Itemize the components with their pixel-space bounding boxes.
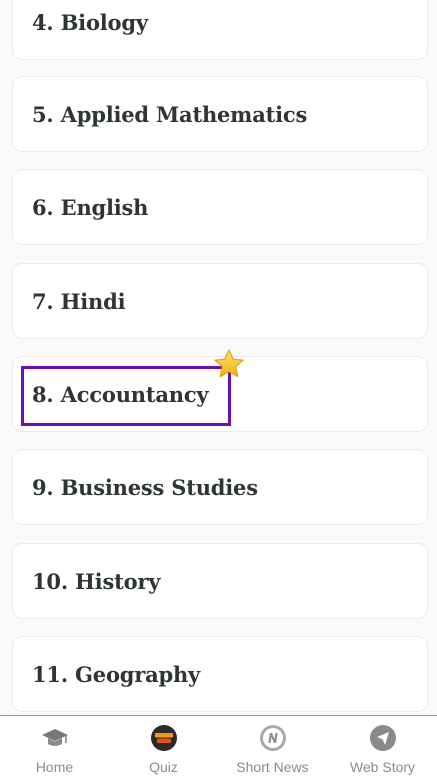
subject-card-hindi[interactable]: 7. Hindi bbox=[12, 263, 428, 339]
subject-card-applied-mathematics[interactable]: 5. Applied Mathematics bbox=[12, 76, 428, 152]
subject-card-label: 8. Accountancy bbox=[32, 381, 209, 407]
nav-home[interactable]: Home bbox=[0, 716, 109, 782]
subject-card-geography[interactable]: 11. Geography bbox=[12, 636, 428, 712]
navigation-arrow-icon bbox=[369, 725, 396, 751]
subject-card-label: 9. Business Studies bbox=[32, 474, 258, 500]
subject-card-history[interactable]: 10. History bbox=[12, 543, 428, 619]
subject-card-label: 7. Hindi bbox=[32, 288, 126, 314]
subject-list: 4. Biology 5. Applied Mathematics 6. Eng… bbox=[0, 0, 437, 716]
subject-card-business-studies[interactable]: 9. Business Studies bbox=[12, 449, 428, 525]
nav-short-news-label: Short News bbox=[236, 759, 309, 775]
nav-quiz[interactable]: Quiz bbox=[109, 716, 218, 782]
nav-short-news[interactable]: Short News bbox=[218, 716, 327, 782]
subject-card-english[interactable]: 6. English bbox=[12, 169, 428, 245]
nav-quiz-label: Quiz bbox=[149, 759, 178, 775]
news-n-icon bbox=[259, 725, 286, 751]
nav-web-story[interactable]: Web Story bbox=[328, 716, 437, 782]
subject-card-label: 6. English bbox=[32, 194, 149, 220]
bottom-nav: Home Quiz Short News Web Story bbox=[0, 715, 437, 782]
subject-card-label: 4. Biology bbox=[32, 9, 148, 35]
nav-web-story-label: Web Story bbox=[349, 759, 416, 775]
quiz-badge-icon bbox=[150, 725, 177, 751]
subject-card-label: 11. Geography bbox=[32, 661, 201, 687]
subject-card-biology[interactable]: 4. Biology bbox=[12, 0, 428, 60]
subject-card-label: 5. Applied Mathematics bbox=[32, 101, 308, 127]
subject-card-label: 10. History bbox=[32, 568, 161, 594]
nav-home-label: Home bbox=[35, 759, 74, 775]
graduation-cap-icon bbox=[41, 729, 68, 746]
star-icon bbox=[214, 349, 244, 378]
